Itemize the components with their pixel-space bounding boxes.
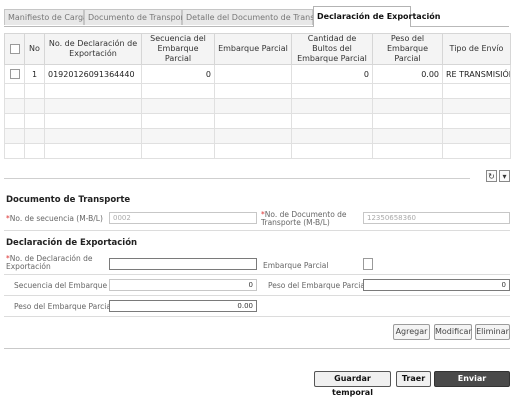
header-secuencia: Secuencia del Embarque Parcial [141, 33, 215, 65]
divider [4, 230, 510, 231]
table-row [4, 83, 511, 99]
guardar-temporal-button[interactable]: Guardar temporal [314, 371, 391, 397]
select-all-checkbox[interactable] [4, 33, 25, 65]
cell-embarque [214, 64, 292, 84]
embarque-parcial-checkbox[interactable] [363, 258, 373, 270]
tab-bar: Manifiesto de Carga Documento de Transpo… [4, 6, 509, 27]
cell-secuencia: 0 [141, 64, 215, 84]
divider [4, 274, 510, 275]
header-no: No [24, 33, 45, 65]
chevron-down-icon[interactable]: ▾ [499, 170, 510, 182]
no-documento-transporte-field[interactable]: 12350658360 [363, 212, 510, 224]
modificar-button[interactable]: Modificar [434, 324, 472, 340]
no-secuencia-field[interactable]: 0002 [109, 212, 257, 224]
header-peso: Peso del Embarque Parcial [372, 33, 443, 65]
section-title-transporte: Documento de Transporte [6, 195, 131, 205]
header-tipo-envio: Tipo de Envío [442, 33, 511, 65]
cell-tipo-envio: RE TRANSMISIÓN [442, 64, 511, 84]
label-peso-embarque-right: Peso del Embarque Parcial [268, 281, 368, 290]
label-no-secuencia: *No. de secuencia (M-B/L) [6, 214, 103, 223]
tab-detalle-documento-transporte[interactable]: Detalle del Documento de Transporte [182, 9, 336, 25]
label-embarque-parcial: Embarque Parcial [263, 261, 329, 270]
header-embarque-parcial: Embarque Parcial [214, 33, 292, 65]
peso-embarque-field[interactable]: 0.00 [109, 300, 257, 312]
grid-divider [4, 178, 470, 179]
label-no-documento-transporte: *No. de Documento de Transporte (M-B/L) [261, 210, 347, 227]
table-row [4, 143, 511, 159]
cell-declaracion: 01920126091364440 [44, 64, 142, 84]
table-row [4, 98, 511, 114]
peso-embarque-field-right[interactable]: 0 [363, 279, 510, 291]
label-peso-embarque: Peso del Embarque Parcial [14, 302, 114, 311]
cell-no: 1 [24, 64, 45, 84]
table-header-row: No No. de Declaración de Exportación Sec… [4, 33, 511, 65]
header-declaracion: No. de Declaración de Exportación [44, 33, 142, 65]
no-declaracion-field[interactable] [109, 258, 257, 270]
cell-peso: 0.00 [372, 64, 443, 84]
eliminar-button[interactable]: Eliminar [475, 324, 510, 340]
cell-bultos: 0 [291, 64, 373, 84]
enviar-certificado-button[interactable]: Enviar certificado [434, 371, 510, 397]
divider [4, 295, 510, 296]
divider [4, 316, 510, 317]
header-cantidad-bultos: Cantidad de Bultos del Embarque Parcial [291, 33, 373, 65]
divider [4, 348, 510, 349]
label-no-declaracion: *No. de Declaración de Exportación [6, 254, 93, 271]
tab-documento-de-transporte[interactable]: Documento de Transporte [84, 9, 192, 25]
declaracion-table: No No. de Declaración de Exportación Sec… [4, 33, 511, 159]
secuencia-embarque-field[interactable]: 0 [109, 279, 257, 291]
traer-button[interactable]: Traer [396, 371, 431, 387]
table-row [4, 113, 511, 129]
tab-declaracion-de-exportacion[interactable]: Declaración de Exportación [313, 6, 440, 27]
tab-manifiesto-de-carga[interactable]: Manifiesto de Carga [4, 9, 88, 25]
section-title-exportacion: Declaración de Exportación [6, 238, 138, 248]
table-row [4, 128, 511, 144]
row-checkbox[interactable] [4, 64, 25, 84]
table-row[interactable]: 1 01920126091364440 0 0 0.00 RE TRANSMIS… [4, 64, 511, 84]
agregar-button[interactable]: Agregar [393, 324, 430, 340]
refresh-icon[interactable]: ↻ [486, 170, 497, 182]
